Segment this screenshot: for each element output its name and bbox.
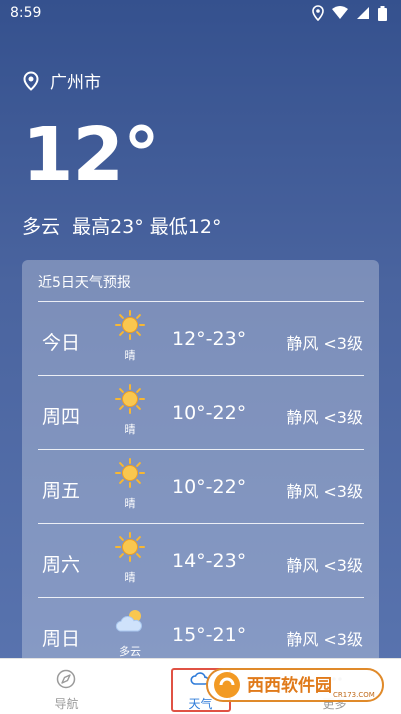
forecast-day: 周六 (42, 554, 81, 576)
forecast-row: 周五晴 10°-22° 静风 <3级 (22, 450, 379, 523)
forecast-temperature-range: 14°-23° (172, 550, 247, 572)
forecast-temperature-range: 10°-22° (172, 402, 247, 424)
forecast-day: 周五 (42, 480, 81, 502)
svg-text:西西软件园: 西西软件园 (247, 675, 332, 696)
location-pin-icon (23, 70, 39, 91)
forecast-temperature-range: 15°-21° (172, 624, 247, 646)
status-time: 8:59 (10, 5, 42, 21)
forecast-condition: 晴 (124, 497, 136, 510)
sun-icon (114, 310, 146, 340)
status-icons (312, 5, 387, 21)
signal-icon (357, 7, 369, 19)
location[interactable]: 广州市 (22, 68, 101, 93)
sun-icon (114, 458, 146, 488)
forecast-wind: 静风 <3级 (286, 482, 363, 501)
forecast-day: 周四 (42, 406, 81, 428)
compass-icon (56, 669, 76, 689)
forecast-day: 周日 (42, 628, 81, 650)
forecast-condition: 晴 (124, 571, 136, 584)
forecast-condition: 晴 (124, 349, 136, 362)
battery-icon (378, 5, 387, 21)
nav-item-navigation[interactable]: 导航 (0, 659, 133, 714)
partly-cloudy-icon (114, 606, 146, 636)
current-summary: 多云 最高23° 最低12° (22, 216, 222, 238)
sun-icon (114, 384, 146, 414)
forecast-temperature-range: 12°-23° (172, 328, 247, 350)
forecast-row: 周六晴 14°-23° 静风 <3级 (22, 524, 379, 597)
forecast-row: 周四晴 10°-22° 静风 <3级 (22, 376, 379, 449)
watermark-logo: 西西软件园 CR173.COM (206, 668, 384, 702)
forecast-wind: 静风 <3级 (286, 630, 363, 649)
forecast-row: 今日晴 12°-23° 静风 <3级 (22, 302, 379, 375)
forecast-day: 今日 (42, 332, 81, 354)
nav-label-navigation: 导航 (54, 697, 79, 711)
forecast-wind: 静风 <3级 (286, 408, 363, 427)
location-name: 广州市 (50, 73, 101, 93)
status-bar: 8:59 (0, 0, 401, 28)
forecast-wind: 静风 <3级 (286, 334, 363, 353)
sun-icon (114, 532, 146, 562)
wifi-icon (332, 6, 348, 19)
forecast-card: 近5日天气预报 今日晴 12°-23° 静风 <3级 周四晴 10°-22° 静风 <3级… (22, 260, 379, 680)
forecast-title: 近5日天气预报 (38, 275, 131, 291)
location-icon (312, 5, 324, 21)
svg-text:CR173.COM: CR173.COM (333, 691, 375, 699)
forecast-wind: 静风 <3级 (286, 556, 363, 575)
forecast-temperature-range: 10°-22° (172, 476, 247, 498)
forecast-condition: 多云 (119, 645, 141, 658)
current-temperature: 12° (22, 112, 160, 198)
forecast-condition: 晴 (124, 423, 136, 436)
